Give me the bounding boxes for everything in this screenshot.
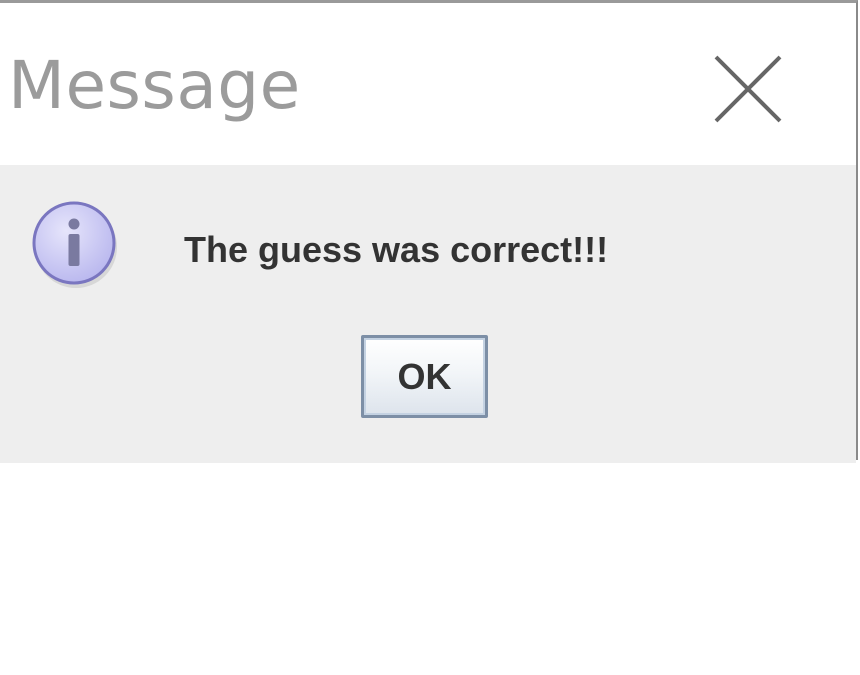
dialog-content: The guess was correct!!! OK (0, 165, 856, 463)
ok-button[interactable]: OK (361, 335, 488, 418)
close-button[interactable] (706, 47, 790, 131)
info-icon (28, 197, 124, 293)
dialog-message: The guess was correct!!! (184, 229, 609, 270)
close-icon (714, 55, 782, 123)
dialog-title-bar[interactable]: Message (0, 3, 856, 165)
message-dialog: Message The guess was correct!!! OK (0, 0, 858, 463)
dialog-title: Message (8, 47, 301, 124)
